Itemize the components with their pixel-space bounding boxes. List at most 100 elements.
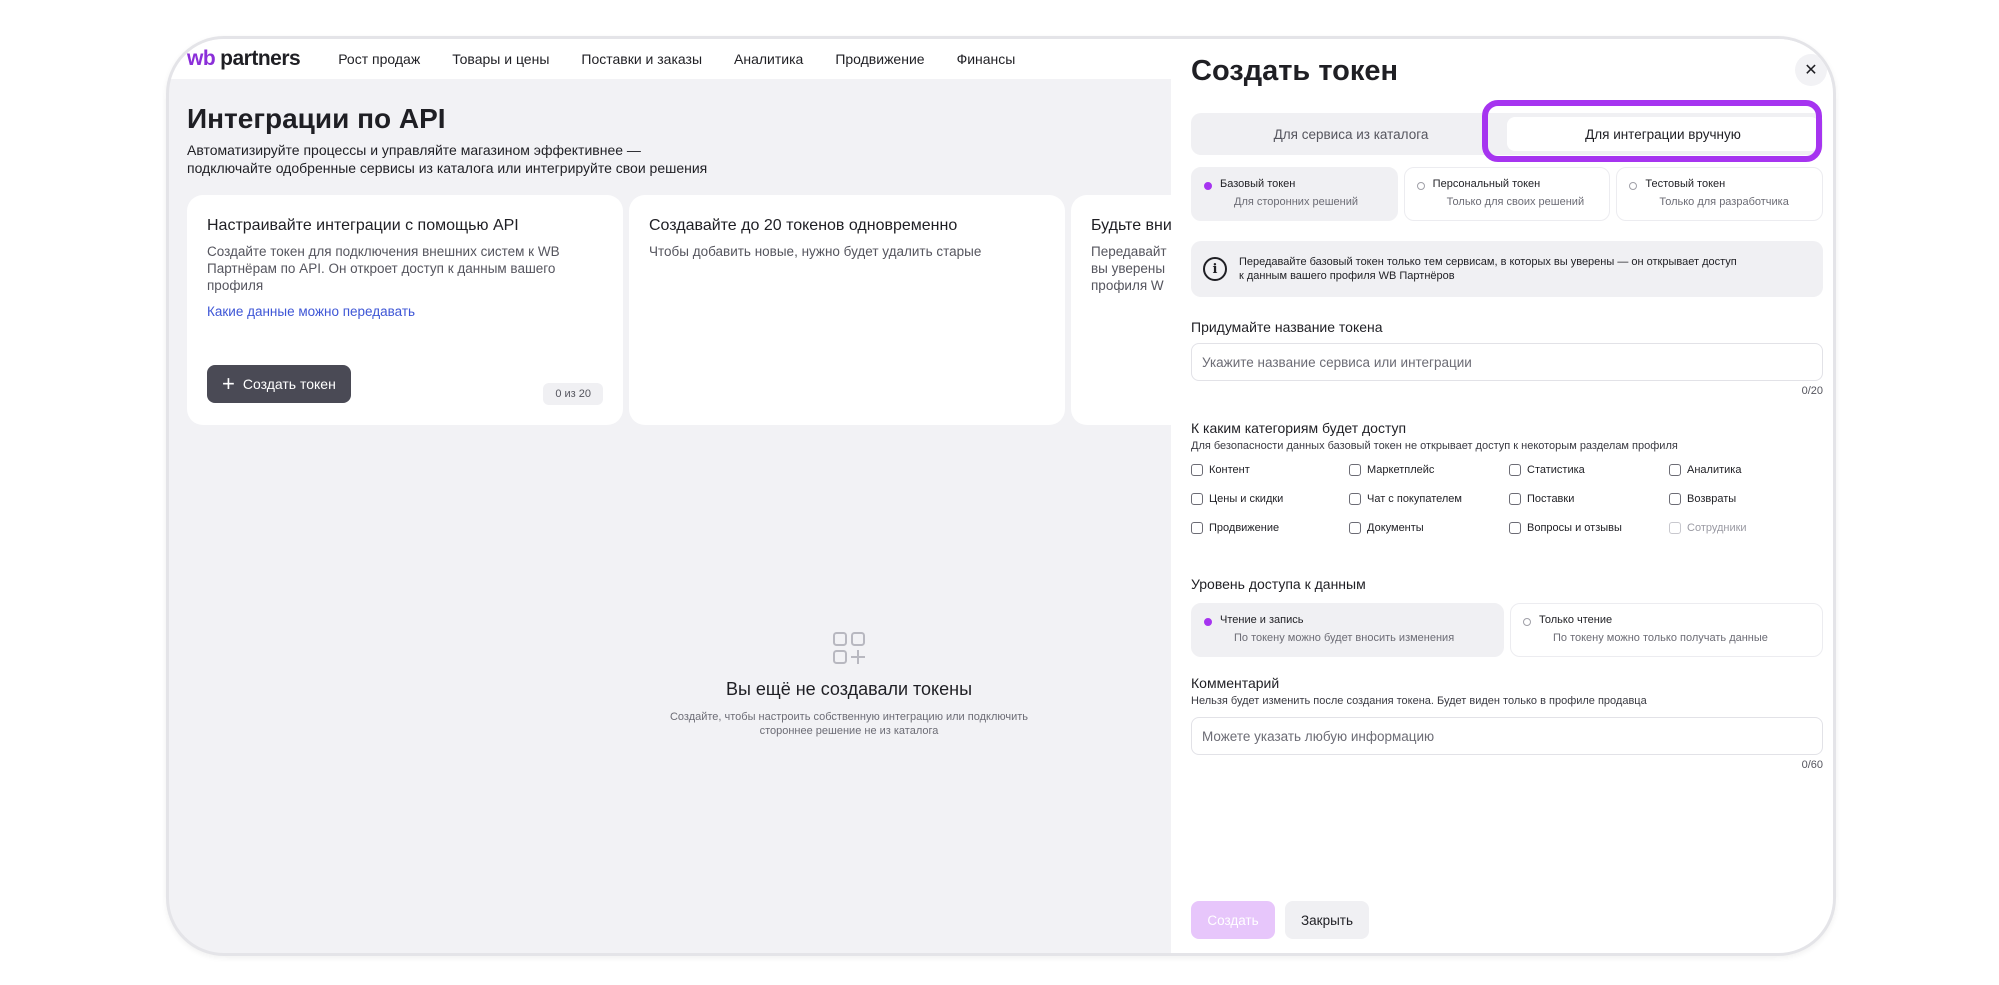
- info-text-line: к данным вашего профиля WB Партнёров: [1239, 270, 1455, 282]
- empty-state-line: стороннее решение не из каталога: [759, 725, 939, 737]
- option-sub: Для сторонних решений: [1234, 196, 1359, 208]
- checkbox[interactable]: [1509, 464, 1521, 476]
- create-token-button[interactable]: + Создать токен: [207, 365, 351, 403]
- access-read-only[interactable]: Только чтение По токену можно только пол…: [1510, 603, 1823, 657]
- wb-partners-logo[interactable]: wb partners: [187, 47, 301, 71]
- category-documents[interactable]: Документы: [1349, 522, 1509, 534]
- checkbox[interactable]: [1349, 493, 1361, 505]
- option-title: Базовый токен: [1220, 178, 1296, 190]
- access-level-options: Чтение и запись По токену можно будет вн…: [1191, 603, 1823, 657]
- category-label: Поставки: [1527, 493, 1575, 505]
- category-marketplace[interactable]: Маркетплейс: [1349, 464, 1509, 476]
- category-supplies[interactable]: Поставки: [1509, 493, 1669, 505]
- logo-partners: partners: [220, 47, 301, 70]
- card-title: Создавайте до 20 токенов одновременно: [649, 217, 958, 234]
- categories-label: К каким категориям будет доступ: [1191, 420, 1407, 436]
- create-token-label: Создать токен: [242, 376, 336, 392]
- checkbox[interactable]: [1191, 522, 1203, 534]
- empty-state-line: Создайте, чтобы настроить собственную ин…: [669, 711, 1029, 723]
- checkbox[interactable]: [1349, 522, 1361, 534]
- category-returns[interactable]: Возвраты: [1669, 493, 1829, 505]
- category-label: Контент: [1209, 464, 1250, 476]
- category-buyer-chat[interactable]: Чат с покупателем: [1349, 493, 1509, 505]
- card-text: Передавайт вы уверены профиля W: [1091, 244, 1167, 293]
- option-title: Тестовый токен: [1645, 178, 1726, 190]
- checkbox[interactable]: [1669, 493, 1681, 505]
- checkbox[interactable]: [1191, 464, 1203, 476]
- option-sub: По токену можно только получать данные: [1553, 632, 1768, 644]
- token-name-counter: 0/20: [1801, 385, 1823, 397]
- comment-input[interactable]: [1191, 717, 1823, 755]
- option-sub: Только для своих решений: [1446, 196, 1585, 208]
- info-card-limit: Создавайте до 20 токенов одновременно Чт…: [629, 195, 1065, 425]
- radio-dot: [1204, 182, 1212, 190]
- nav-item-analytics[interactable]: Аналитика: [734, 51, 803, 67]
- option-sub: По токену можно будет вносить изменения: [1234, 632, 1455, 644]
- card-text: Создайте токен для подключения внешних с…: [207, 244, 560, 293]
- access-level-label: Уровень доступа к данным: [1191, 576, 1366, 592]
- nav-item-products-prices[interactable]: Товары и цены: [452, 51, 549, 67]
- checkbox-disabled: [1669, 522, 1681, 534]
- submit-create-button[interactable]: Создать: [1191, 901, 1275, 939]
- category-content[interactable]: Контент: [1191, 464, 1349, 476]
- category-label: Цены и скидки: [1209, 493, 1284, 505]
- nav-item-finance[interactable]: Финансы: [957, 51, 1016, 67]
- checkbox[interactable]: [1349, 464, 1361, 476]
- category-label: Продвижение: [1209, 522, 1280, 534]
- panel-title: Создать токен: [1191, 55, 1399, 87]
- info-card-api: Настраивайте интеграции с помощью API Со…: [187, 195, 623, 425]
- categories-grid: Контент Маркетплейс Статистика Аналитика…: [1191, 464, 1831, 534]
- token-name-input[interactable]: [1191, 343, 1823, 381]
- token-type-options: Базовый токен Для сторонних решений Перс…: [1191, 167, 1824, 221]
- comment-sublabel: Нельзя будет изменить после создания ток…: [1191, 695, 1647, 707]
- category-label: Статистика: [1527, 464, 1585, 476]
- access-read-write[interactable]: Чтение и запись По токену можно будет вн…: [1191, 603, 1504, 657]
- category-employees: Сотрудники: [1669, 522, 1829, 534]
- category-label: Вопросы и отзывы: [1527, 522, 1622, 534]
- category-analytics[interactable]: Аналитика: [1669, 464, 1829, 476]
- info-icon: i: [1203, 257, 1227, 281]
- checkbox[interactable]: [1509, 522, 1521, 534]
- comment-label: Комментарий: [1191, 675, 1280, 691]
- checkbox[interactable]: [1509, 493, 1521, 505]
- page-subtitle-line: Автоматизируйте процессы и управляйте ма…: [187, 142, 641, 158]
- data-info-link[interactable]: Какие данные можно передавать: [207, 304, 603, 319]
- close-icon[interactable]: ✕: [1795, 54, 1827, 86]
- page-subtitle: Автоматизируйте процессы и управляйте ма…: [187, 141, 747, 177]
- radio-dot: [1204, 618, 1212, 626]
- nav-item-promotion[interactable]: Продвижение: [835, 51, 924, 67]
- widgets-add-icon: [833, 632, 865, 664]
- option-title: Чтение и запись: [1220, 614, 1304, 626]
- tab-catalog-service[interactable]: Для сервиса из каталога: [1195, 117, 1507, 151]
- option-sub: Только для разработчика: [1659, 196, 1789, 208]
- card-title: Настраивайте интеграции с помощью API: [207, 217, 519, 234]
- token-type-basic[interactable]: Базовый токен Для сторонних решений: [1191, 167, 1398, 221]
- page-subtitle-line: подключайте одобренные сервисы из катало…: [187, 160, 708, 176]
- radio-dot: [1523, 618, 1531, 626]
- category-questions-reviews[interactable]: Вопросы и отзывы: [1509, 522, 1669, 534]
- token-type-test[interactable]: Тестовый токен Только для разработчика: [1616, 167, 1824, 221]
- nav-item-sales-growth[interactable]: Рост продаж: [338, 51, 420, 67]
- plus-icon: +: [222, 371, 235, 396]
- category-promotion[interactable]: Продвижение: [1191, 522, 1349, 534]
- nav-item-supplies-orders[interactable]: Поставки и заказы: [581, 51, 702, 67]
- empty-state-text: Создайте, чтобы настроить собственную ин…: [649, 710, 1049, 738]
- category-label: Маркетплейс: [1367, 464, 1435, 476]
- card-text: Чтобы добавить новые, нужно будет удалит…: [649, 244, 982, 259]
- category-label: Возвраты: [1687, 493, 1737, 505]
- info-text: Передавайте базовый токен только тем сер…: [1239, 255, 1799, 283]
- checkbox[interactable]: [1191, 493, 1203, 505]
- category-statistics[interactable]: Статистика: [1509, 464, 1669, 476]
- empty-state: Вы ещё не создавали токены Создайте, что…: [649, 631, 1049, 738]
- tab-manual-integration[interactable]: Для интеграции вручную: [1507, 117, 1819, 151]
- app-window: wb partners Рост продаж Товары и цены По…: [166, 36, 1836, 956]
- close-panel-button[interactable]: Закрыть: [1285, 901, 1369, 939]
- token-purpose-tabs: Для сервиса из каталога Для интеграции в…: [1191, 113, 1823, 155]
- category-label: Чат с покупателем: [1367, 493, 1462, 505]
- empty-state-title: Вы ещё не создавали токены: [725, 679, 973, 699]
- token-type-personal[interactable]: Персональный токен Только для своих реше…: [1403, 167, 1611, 221]
- category-prices-discounts[interactable]: Цены и скидки: [1191, 493, 1349, 505]
- category-label: Аналитика: [1687, 464, 1742, 476]
- checkbox[interactable]: [1669, 464, 1681, 476]
- logo-wb: wb: [187, 47, 216, 70]
